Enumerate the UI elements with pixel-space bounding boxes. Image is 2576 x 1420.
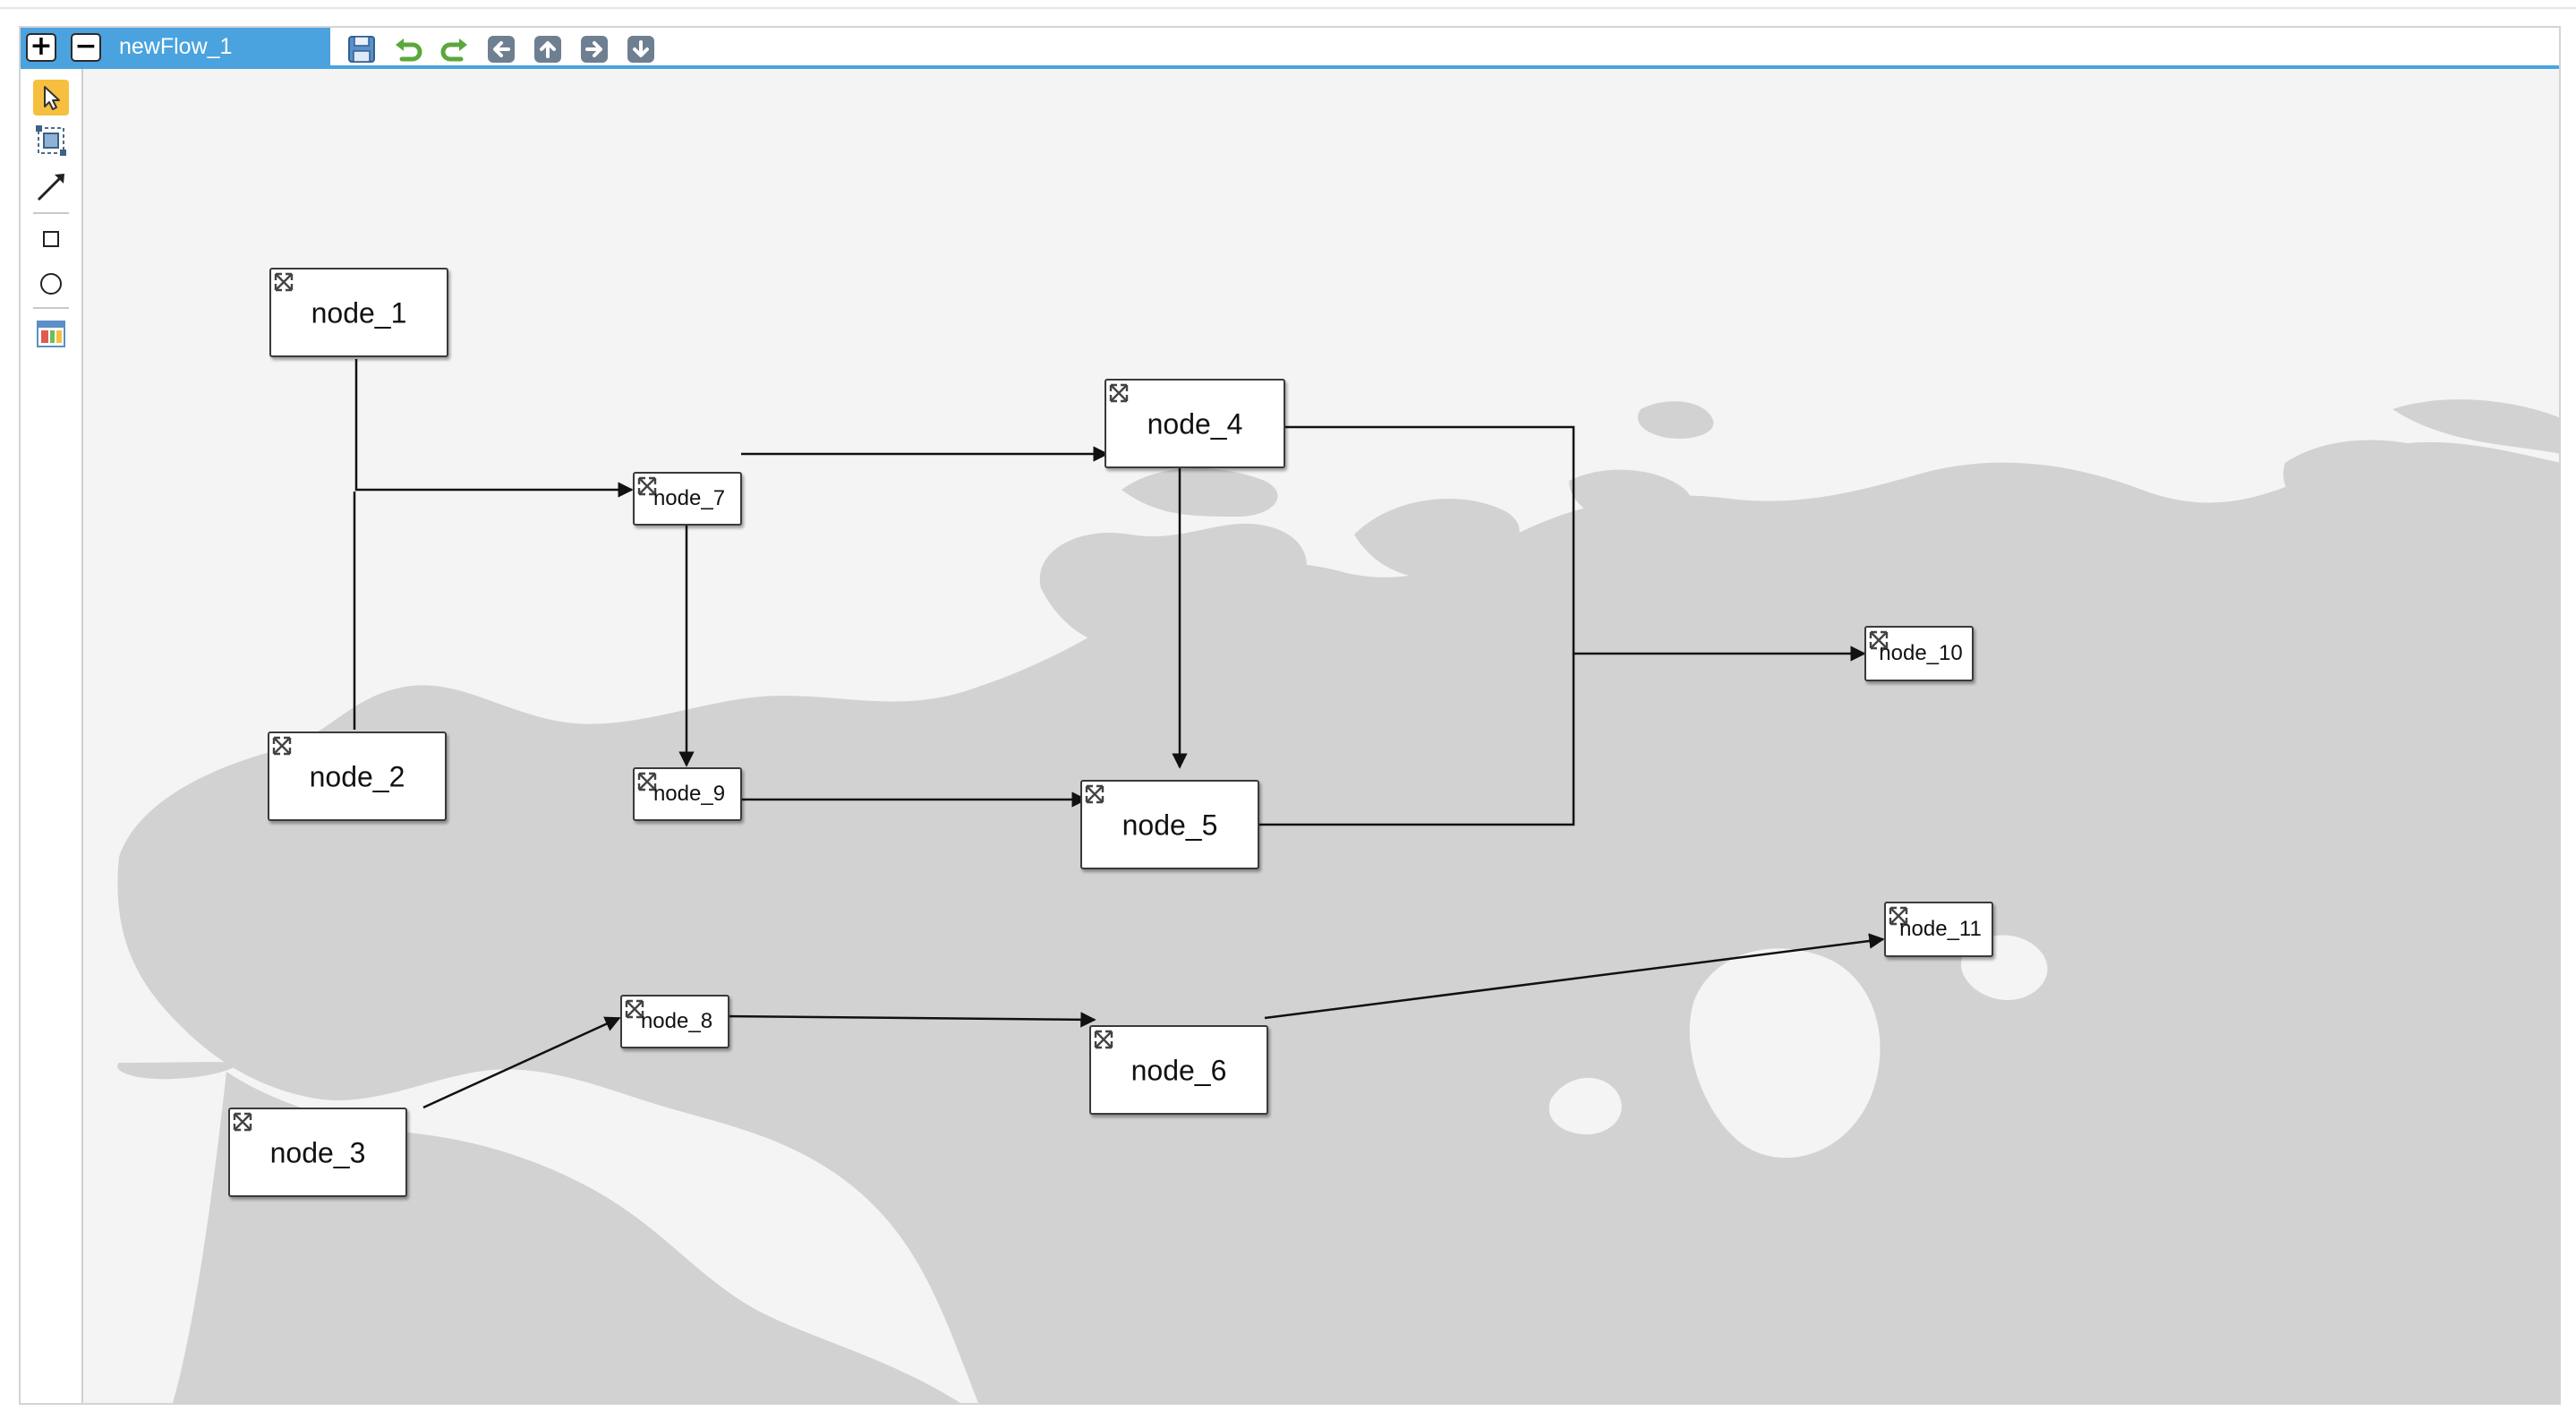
undo-icon[interactable] <box>393 34 423 64</box>
flow-node[interactable]: node_8 <box>620 995 729 1048</box>
editor-titlebar: + − newFlow_1 <box>21 28 2559 69</box>
node-label: node_4 <box>1147 407 1243 441</box>
edge-node3-node8[interactable] <box>422 1016 621 1109</box>
page-top-divider <box>0 7 2576 9</box>
node-label: node_8 <box>640 1009 713 1033</box>
save-icon[interactable] <box>346 34 377 64</box>
connector-line-icon[interactable] <box>33 169 69 205</box>
expand-icon[interactable] <box>232 1111 253 1133</box>
node-label: node_9 <box>653 782 726 806</box>
node-label: node_7 <box>653 486 726 510</box>
edge-node1-node7[interactable] <box>354 359 634 498</box>
flow-canvas[interactable]: node_1 node_2 node_3 node_4 node_5 node_… <box>83 69 2559 1403</box>
swimlane-icon[interactable] <box>33 316 69 352</box>
flow-node[interactable]: node_7 <box>633 472 742 526</box>
flow-node[interactable]: node_5 <box>1080 780 1259 869</box>
edge-node4-node10[interactable] <box>1275 425 1866 662</box>
expand-icon[interactable] <box>271 735 293 757</box>
rectangle-node-icon[interactable] <box>33 221 69 257</box>
flow-name-label: newFlow_1 <box>119 34 233 59</box>
flow-node[interactable]: node_10 <box>1864 626 1974 681</box>
arrow-left-icon[interactable] <box>486 34 516 64</box>
zoom-in-button[interactable]: + <box>26 33 56 62</box>
plus-icon: + <box>30 30 53 62</box>
edge-node6-node11[interactable] <box>1264 933 1885 1020</box>
arrow-down-icon[interactable] <box>626 34 656 64</box>
edge-node8-node6[interactable] <box>723 1012 1096 1028</box>
flow-node[interactable]: node_9 <box>633 767 742 821</box>
flow-node[interactable]: node_11 <box>1884 902 1993 957</box>
node-label: node_11 <box>1899 917 1982 941</box>
arrow-up-icon[interactable] <box>533 34 563 64</box>
edge-node5-node10[interactable] <box>1256 654 1575 826</box>
node-label: node_10 <box>1879 641 1963 665</box>
flow-node[interactable]: node_3 <box>228 1108 407 1197</box>
flow-tab[interactable]: + − newFlow_1 <box>21 28 330 65</box>
node-label: node_2 <box>309 760 405 793</box>
shape-toolbox <box>21 69 83 1403</box>
flow-node[interactable]: node_6 <box>1089 1025 1268 1115</box>
circle-node-icon[interactable] <box>33 266 69 302</box>
node-label: node_6 <box>1130 1054 1227 1087</box>
expand-icon[interactable] <box>1108 382 1130 404</box>
node-label: node_5 <box>1122 808 1218 842</box>
toolbox-divider <box>33 212 69 214</box>
expand-icon[interactable] <box>1093 1029 1114 1050</box>
flow-node[interactable]: node_4 <box>1105 379 1285 468</box>
flow-node[interactable]: node_2 <box>268 731 447 821</box>
zoom-out-button[interactable]: − <box>71 33 101 62</box>
flow-editor-window: + − newFlow_1 node_1 node_2 node_3 node_… <box>19 26 2561 1405</box>
minus-icon: − <box>74 30 98 62</box>
expand-icon[interactable] <box>273 271 294 293</box>
node-label: node_1 <box>311 296 407 329</box>
node-label: node_3 <box>269 1136 366 1169</box>
arrow-right-icon[interactable] <box>579 34 610 64</box>
redo-icon[interactable] <box>439 34 470 64</box>
select-pointer-icon[interactable] <box>33 80 69 115</box>
toolbox-divider <box>33 307 69 309</box>
connector-layer <box>353 359 1885 1109</box>
multi-select-icon[interactable] <box>33 123 69 158</box>
expand-icon[interactable] <box>1084 783 1105 805</box>
flow-node[interactable]: node_1 <box>269 268 448 357</box>
